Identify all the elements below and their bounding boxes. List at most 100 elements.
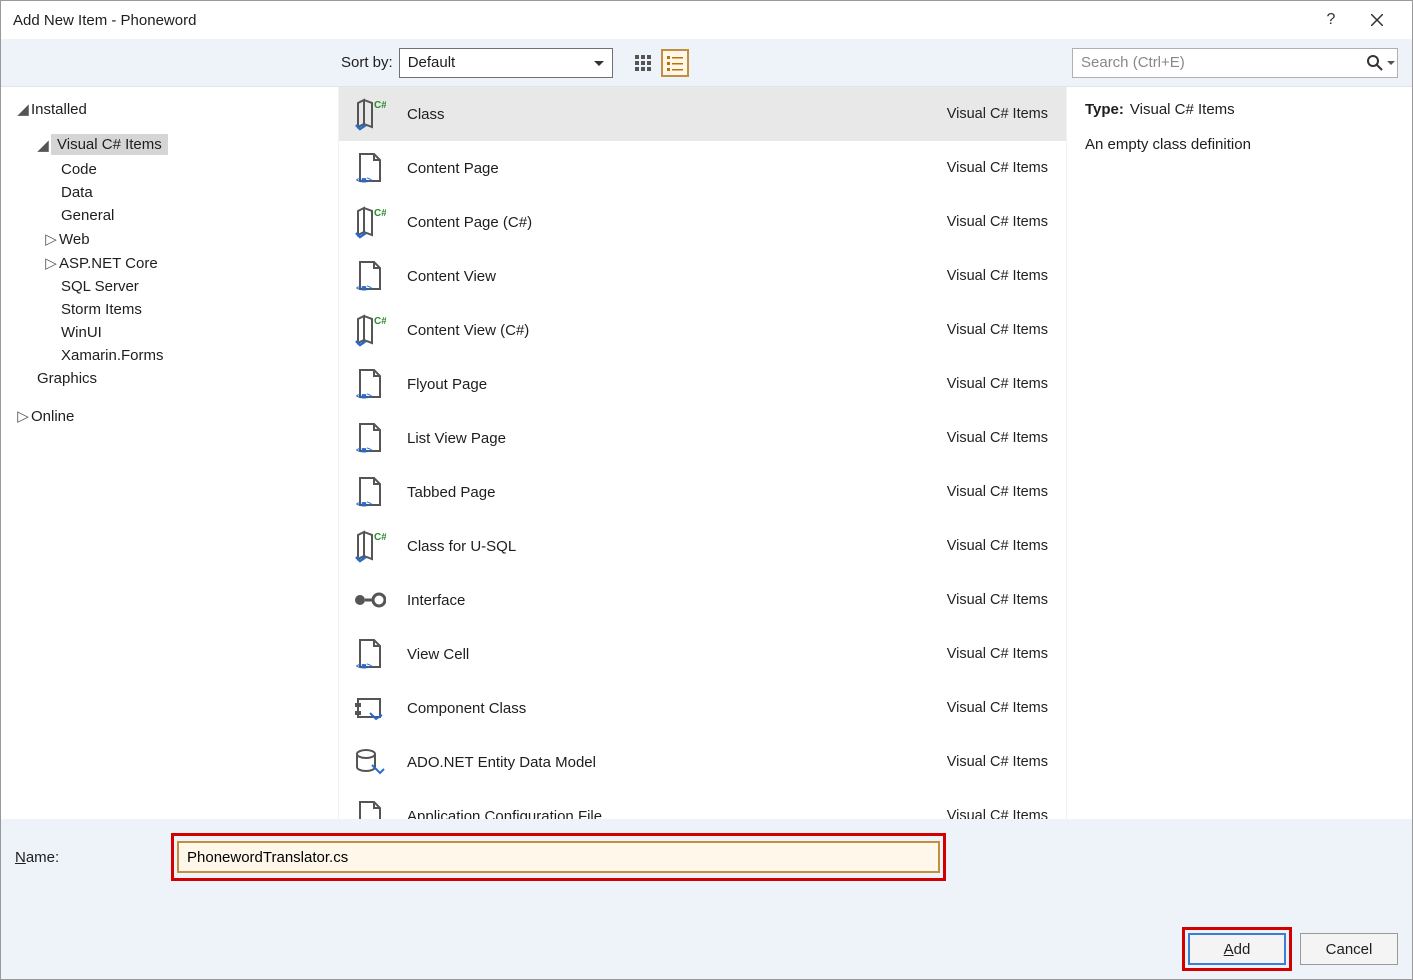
tree-data[interactable]: Data (5, 181, 334, 204)
template-name: Content View (C#) (407, 322, 947, 339)
template-category: Visual C# Items (947, 268, 1048, 284)
template-row[interactable]: <■> Flyout PageVisual C# Items (339, 357, 1066, 411)
page-icon: <■> (349, 256, 389, 296)
type-value: Visual C# Items (1130, 101, 1235, 118)
template-name: Content Page (407, 160, 947, 177)
template-category: Visual C# Items (947, 214, 1048, 230)
svg-text:<■>: <■> (356, 175, 372, 185)
sortby-label: Sort by: (341, 54, 393, 71)
tree-stormitems[interactable]: Storm Items (5, 298, 334, 321)
template-row[interactable]: C#Content View (C#)Visual C# Items (339, 303, 1066, 357)
template-name: Class for U-SQL (407, 538, 947, 555)
template-row[interactable]: <■> Content ViewVisual C# Items (339, 249, 1066, 303)
template-name: Class (407, 106, 947, 123)
svg-text:<■>: <■> (356, 445, 372, 455)
tree-winui[interactable]: WinUI (5, 321, 334, 344)
interface-icon (349, 580, 389, 620)
tree-aspnetcore[interactable]: ▷ASP.NET Core (5, 251, 334, 275)
template-name: Content Page (C#) (407, 214, 947, 231)
window-title: Add New Item - Phoneword (13, 12, 196, 29)
svg-text:<■>: <■> (356, 391, 372, 401)
template-name: Content View (407, 268, 947, 285)
template-row[interactable]: C# Content Page (C#)Visual C# Items (339, 195, 1066, 249)
tree-general[interactable]: General (5, 204, 334, 227)
template-category: Visual C# Items (947, 430, 1048, 446)
chevron-down-icon: ◢ (17, 100, 29, 118)
template-row[interactable]: <■> Application Configuration FileVisual … (339, 789, 1066, 819)
template-category: Visual C# Items (947, 808, 1048, 819)
template-row[interactable]: <■>View CellVisual C# Items (339, 627, 1066, 681)
toolbar: Sort by: Default Search (Ctrl+E) (1, 39, 1412, 87)
tree-xamarinforms[interactable]: Xamarin.Forms (5, 344, 334, 367)
name-input[interactable] (177, 841, 940, 873)
template-category: Visual C# Items (947, 754, 1048, 770)
tree-online[interactable]: ▷Online (5, 404, 334, 428)
template-list: C#ClassVisual C# Items<■>Content PageVis… (339, 87, 1066, 819)
template-name: View Cell (407, 646, 947, 663)
class-cs-icon: C# (349, 310, 389, 350)
help-button[interactable]: ? (1308, 1, 1354, 39)
category-tree: ◢Installed ◢Visual C# Items Code Data Ge… (1, 87, 339, 819)
template-name: Application Configuration File (407, 808, 947, 820)
type-label: Type: (1085, 101, 1124, 118)
search-icon[interactable] (1367, 55, 1395, 71)
template-name: Interface (407, 592, 947, 609)
view-grid-button[interactable] (629, 49, 657, 77)
svg-text:<■>: <■> (356, 283, 372, 293)
detail-panel: Type: Visual C# Items An empty class defi… (1066, 87, 1412, 819)
sort-select[interactable]: Default (399, 48, 613, 78)
template-category: Visual C# Items (947, 484, 1048, 500)
template-row[interactable]: Component ClassVisual C# Items (339, 681, 1066, 735)
entity-icon (349, 742, 389, 782)
cancel-button[interactable]: Cancel (1300, 933, 1398, 965)
search-placeholder: Search (Ctrl+E) (1081, 54, 1367, 71)
chevron-right-icon: ▷ (45, 254, 57, 272)
footer: Name: Add Cancel (1, 819, 1412, 979)
svg-text:C#: C# (374, 316, 386, 327)
template-name: Component Class (407, 700, 947, 717)
svg-text:C#: C# (374, 208, 386, 219)
template-row[interactable]: InterfaceVisual C# Items (339, 573, 1066, 627)
template-name: Tabbed Page (407, 484, 947, 501)
template-row[interactable]: <■> List View PageVisual C# Items (339, 411, 1066, 465)
template-category: Visual C# Items (947, 592, 1048, 608)
template-row[interactable]: C#Class for U-SQLVisual C# Items (339, 519, 1066, 573)
template-row[interactable]: <■> Tabbed PageVisual C# Items (339, 465, 1066, 519)
class-cs-icon: C# (349, 526, 389, 566)
close-icon (1371, 14, 1383, 26)
page-icon: <■> (349, 418, 389, 458)
tree-code[interactable]: Code (5, 158, 334, 181)
type-description: An empty class definition (1085, 136, 1394, 153)
grid-icon (634, 54, 652, 72)
tree-graphics[interactable]: Graphics (5, 367, 334, 390)
template-row[interactable]: <■> Content PageVisual C# Items (339, 141, 1066, 195)
class-cs-icon: C# (349, 94, 389, 134)
name-label: Name: (15, 849, 177, 866)
template-row[interactable]: ADO.NET Entity Data ModelVisual C# Items (339, 735, 1066, 789)
tree-installed[interactable]: ◢Installed (5, 97, 334, 121)
tree-csharp-items[interactable]: ◢Visual C# Items (5, 131, 334, 158)
add-button[interactable]: Add (1188, 933, 1286, 965)
page-icon: <■> (349, 796, 389, 819)
template-name: Flyout Page (407, 376, 947, 393)
tree-sqlserver[interactable]: SQL Server (5, 275, 334, 298)
page-icon: <■> (349, 634, 389, 674)
svg-text:<■>: <■> (356, 499, 372, 509)
template-name: List View Page (407, 430, 947, 447)
template-name: ADO.NET Entity Data Model (407, 754, 947, 771)
class-cs-icon: C# (349, 202, 389, 242)
close-button[interactable] (1354, 1, 1400, 39)
template-category: Visual C# Items (947, 106, 1048, 122)
svg-text:<■>: <■> (356, 661, 372, 671)
template-category: Visual C# Items (947, 160, 1048, 176)
chevron-down-icon (1387, 61, 1395, 65)
template-category: Visual C# Items (947, 700, 1048, 716)
titlebar: Add New Item - Phoneword ? (1, 1, 1412, 39)
view-list-button[interactable] (661, 49, 689, 77)
template-category: Visual C# Items (947, 376, 1048, 392)
search-input[interactable]: Search (Ctrl+E) (1072, 48, 1398, 78)
tree-web[interactable]: ▷Web (5, 227, 334, 251)
page-icon: <■> (349, 472, 389, 512)
component-icon (349, 688, 389, 728)
template-row[interactable]: C# ClassVisual C# Items (339, 87, 1066, 141)
